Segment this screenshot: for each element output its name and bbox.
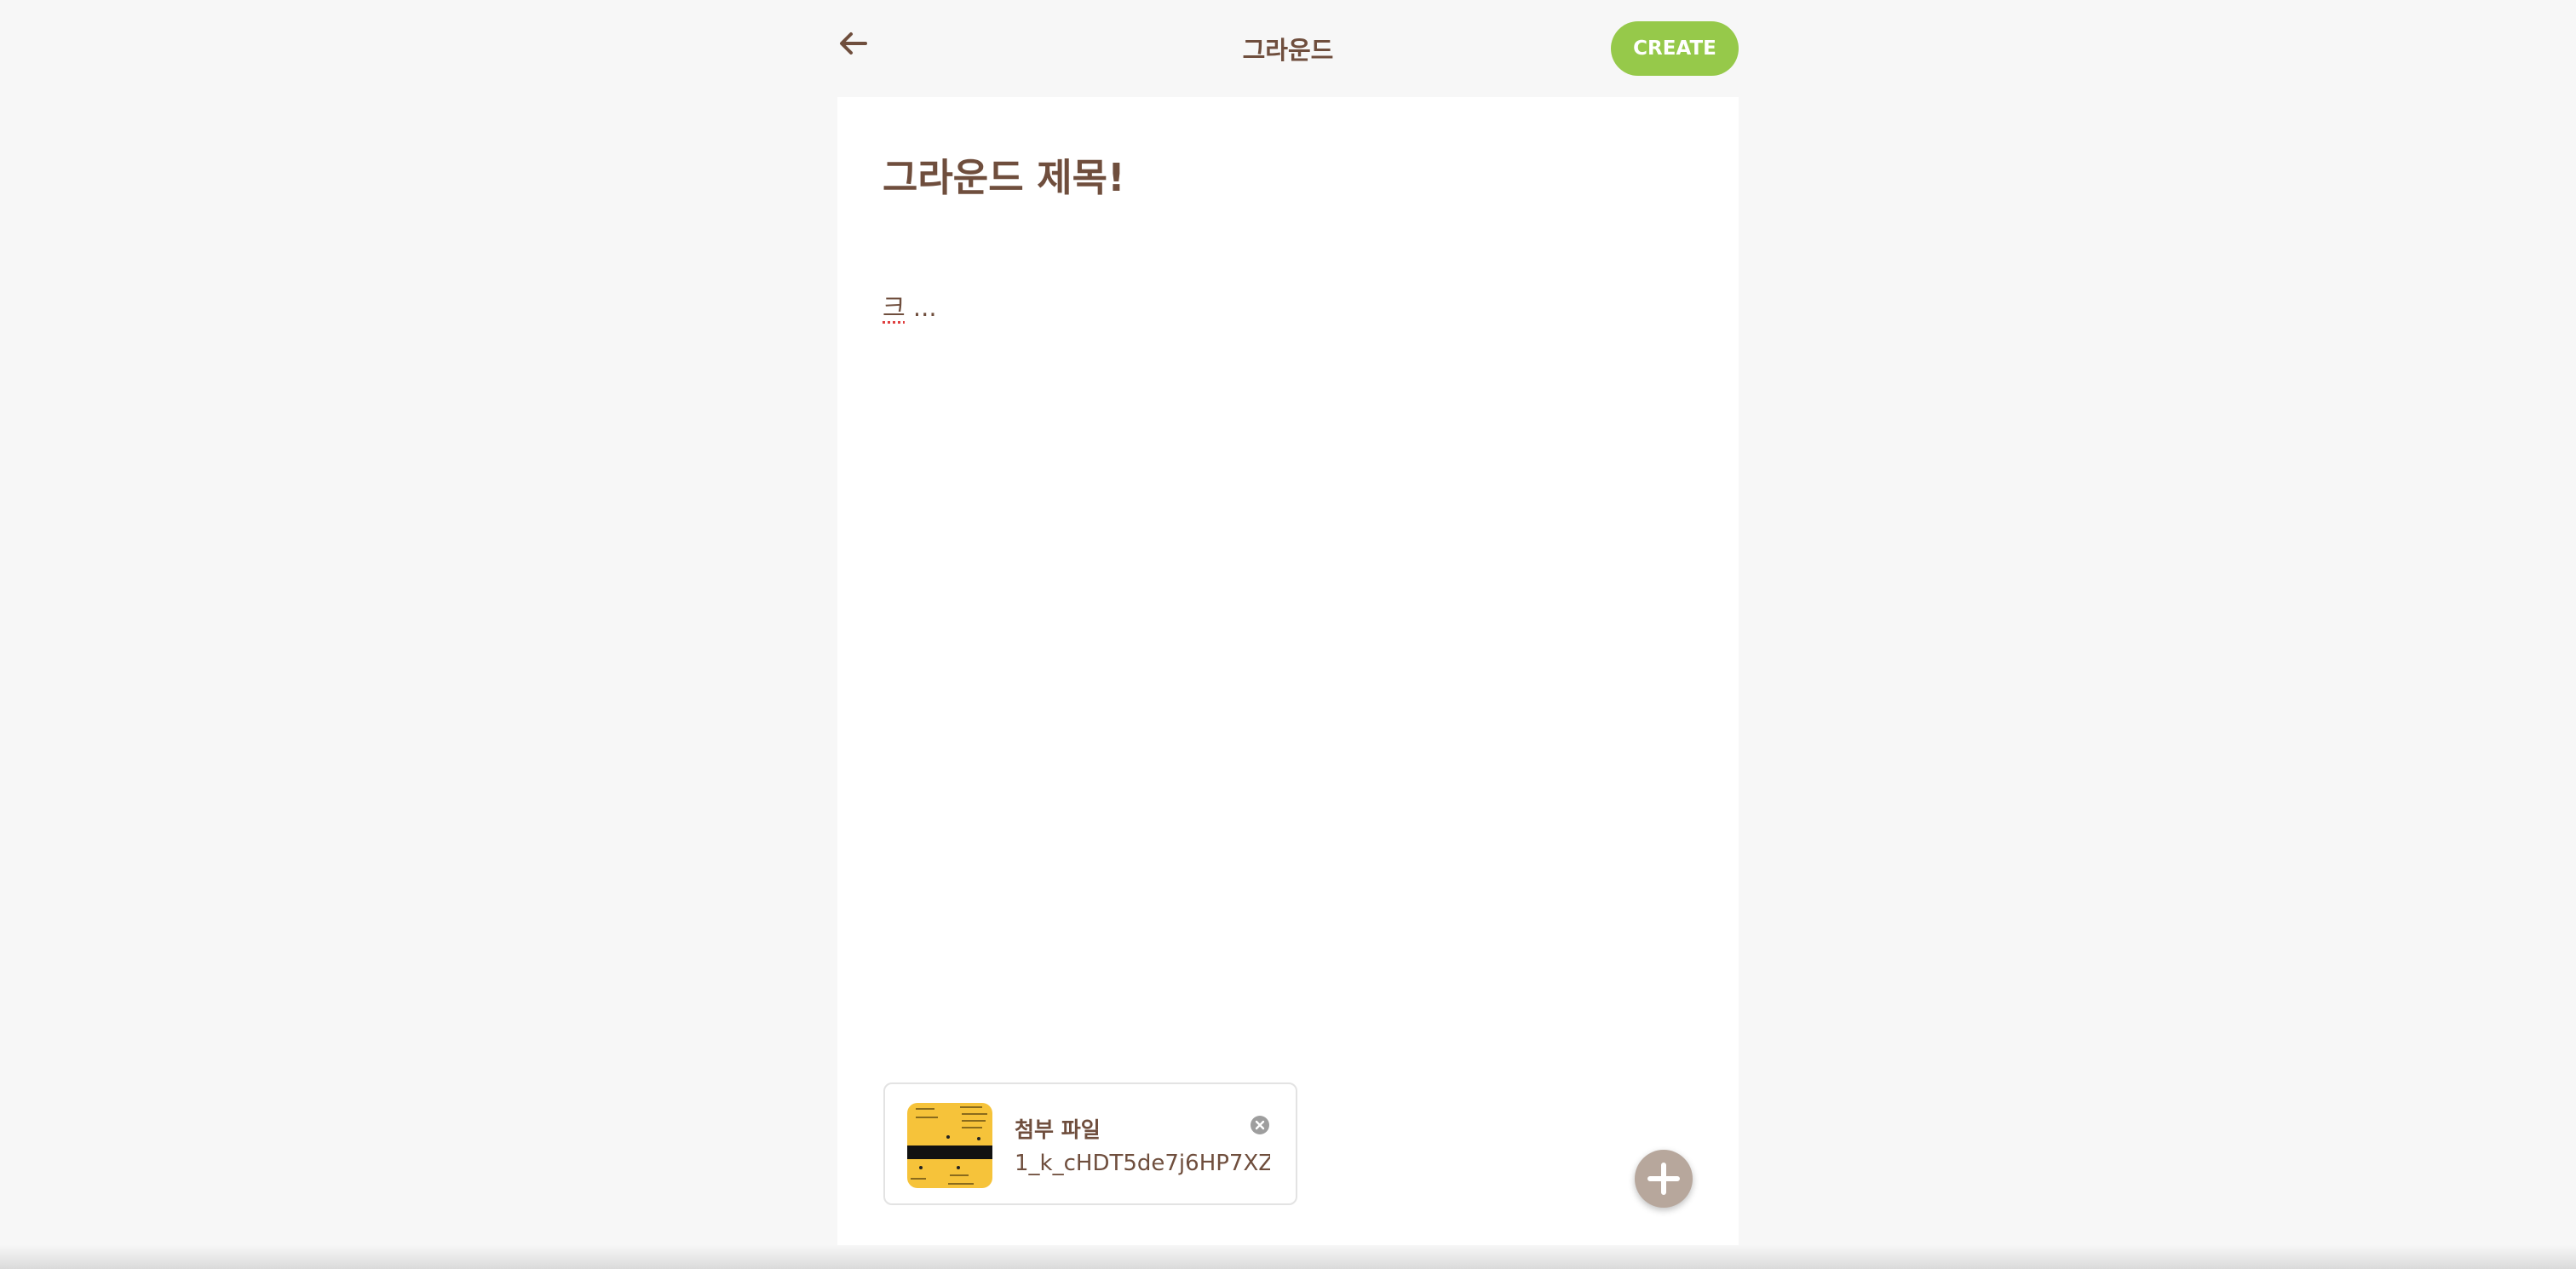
- post-body-input[interactable]: 크 ...: [883, 288, 937, 324]
- post-body-text: ...: [905, 293, 937, 322]
- create-button[interactable]: CREATE: [1611, 21, 1739, 76]
- page-title: 그라운드: [1242, 36, 1334, 65]
- app-root: 그라운드 CREATE 그라운드 제목! 크 ... 첨부 파일 1_k_cHD…: [0, 0, 2576, 1269]
- remove-attachment-button[interactable]: [1250, 1115, 1270, 1135]
- plus-icon: [1647, 1163, 1680, 1195]
- post-title-input[interactable]: 그라운드 제목!: [883, 146, 1125, 202]
- attachment-filename: 1_k_cHDT5de7j6HP7XZ...: [1015, 1151, 1270, 1176]
- spellcheck-word: 크: [883, 293, 906, 322]
- top-bar: 그라운드 CREATE: [837, 19, 1739, 80]
- attachment-label: 첨부 파일: [1015, 1117, 1101, 1142]
- image-thumbnail: [907, 1103, 992, 1188]
- window-bottom-edge: [0, 1245, 2576, 1269]
- close-circle-icon: [1251, 1116, 1269, 1134]
- attachment-card[interactable]: 첨부 파일 1_k_cHDT5de7j6HP7XZ...: [883, 1082, 1297, 1205]
- add-button[interactable]: [1635, 1150, 1693, 1208]
- editor-card: 그라운드 제목! 크 ... 첨부 파일 1_k_cHDT5de7j6HP7XZ…: [837, 97, 1739, 1245]
